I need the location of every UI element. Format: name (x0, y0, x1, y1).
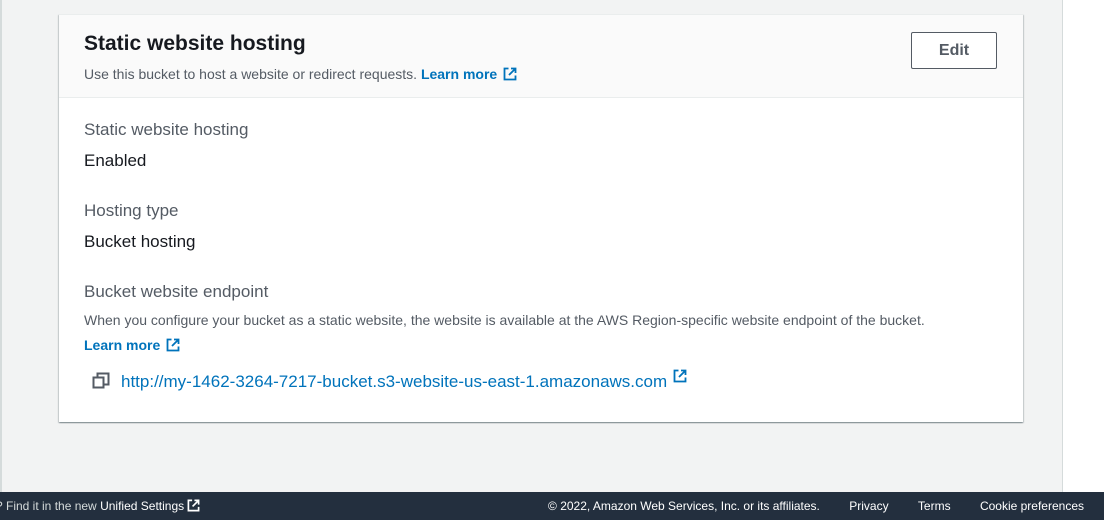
cookie-preferences-link[interactable]: Cookie preferences (980, 499, 1084, 513)
external-link-icon (187, 499, 200, 515)
endpoint-url-link[interactable]: http://my-1462-3264-7217-bucket.s3-websi… (121, 368, 687, 392)
privacy-link[interactable]: Privacy (849, 499, 888, 513)
terms-link[interactable]: Terms (918, 499, 951, 513)
learn-more-label: Learn more (420, 66, 498, 82)
hosting-type-value: Bucket hosting (84, 232, 196, 251)
endpoint-learn-more-label: Learn more (84, 337, 161, 353)
endpoint-label: Bucket website endpoint (84, 282, 269, 301)
unified-settings-label: Unified Settings (100, 499, 185, 513)
external-link-icon (166, 335, 180, 360)
static-website-hosting-panel: Static website hosting Use this bucket t… (59, 14, 1023, 422)
endpoint-url: http://my-1462-3264-7217-bucket.s3-websi… (121, 372, 668, 391)
learn-more-link[interactable]: Learn more (421, 66, 517, 82)
endpoint-description-text: When you configure your bucket as a stat… (84, 312, 925, 328)
external-link-icon (673, 368, 687, 388)
panel-title: Static website hosting (84, 32, 306, 55)
footer-prompt: ? Find it in the new (0, 499, 97, 513)
footer-links: © 2022, Amazon Web Services, Inc. or its… (548, 499, 1084, 513)
edit-button[interactable]: Edit (911, 32, 997, 69)
copy-icon[interactable] (92, 372, 110, 395)
footer-copyright: © 2022, Amazon Web Services, Inc. or its… (548, 499, 820, 513)
unified-settings-link[interactable]: Unified Settings (100, 499, 200, 513)
right-panel-strip (1062, 0, 1104, 492)
panel-description-text: Use this bucket to host a website or red… (84, 66, 418, 82)
left-divider (0, 0, 2, 492)
console-footer: ? Find it in the new Unified Settings © … (0, 492, 1104, 520)
hosting-status-label: Static website hosting (84, 120, 249, 139)
hosting-type-label: Hosting type (84, 201, 179, 220)
hosting-status-value: Enabled (84, 151, 147, 170)
panel-header: Static website hosting Use this bucket t… (59, 15, 1023, 98)
footer-settings-notice: ? Find it in the new Unified Settings (0, 499, 200, 515)
panel-description: Use this bucket to host a website or red… (84, 66, 517, 84)
external-link-icon (503, 67, 517, 84)
endpoint-learn-more-link[interactable]: Learn more (84, 337, 180, 353)
endpoint-description: When you configure your bucket as a stat… (84, 308, 964, 360)
